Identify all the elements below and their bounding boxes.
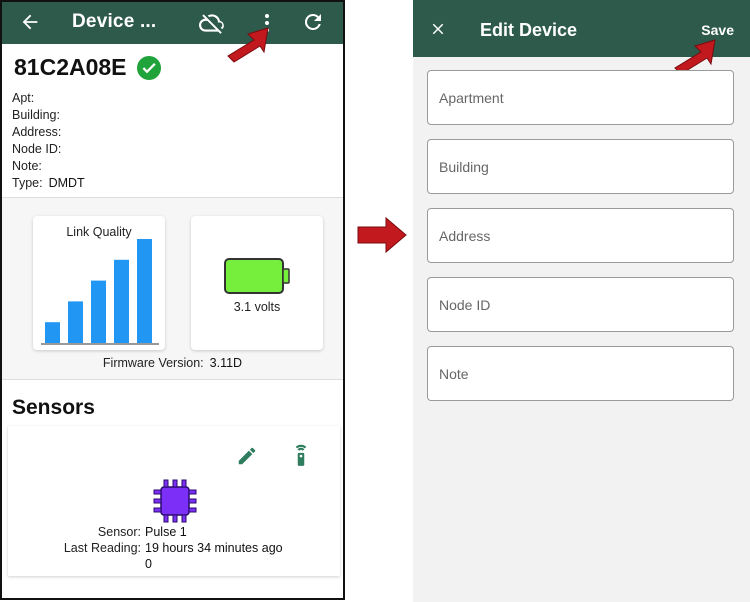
- last-reading-extra: 0: [145, 557, 152, 571]
- link-quality-bars: [41, 239, 159, 345]
- device-properties: Apt: Building: Address: Node ID: Note: T…: [12, 90, 85, 192]
- link-quality-card: Link Quality: [33, 216, 165, 350]
- sensor-name-value: Pulse 1: [145, 525, 187, 539]
- divider: [2, 379, 343, 380]
- sensor-name-label: Sensor:: [97, 525, 141, 539]
- status-check-icon: [136, 55, 161, 80]
- firmware-version: Firmware Version: 3.11D: [102, 356, 243, 370]
- app-bar-title: Device ...: [72, 11, 157, 32]
- battery-card: 3.1 volts: [191, 216, 323, 350]
- sensor-chip-icon: [152, 478, 198, 529]
- signal-bar: [68, 301, 83, 343]
- edit-icon[interactable]: [236, 445, 258, 472]
- remote-signal-icon[interactable]: [288, 442, 314, 473]
- edit-title: Edit Device: [480, 20, 578, 40]
- note-field[interactable]: [427, 346, 734, 401]
- note-input[interactable]: [439, 365, 733, 382]
- last-reading-value: 19 hours 34 minutes ago: [145, 541, 283, 555]
- last-reading-label: Last Reading:: [63, 541, 141, 555]
- prop-address: Address:: [12, 125, 62, 139]
- battery-voltage: 3.1 volts: [233, 300, 281, 314]
- signal-bar: [91, 280, 106, 343]
- prop-node-id: Node ID:: [12, 142, 62, 156]
- building-field[interactable]: [427, 139, 734, 194]
- prop-building: Building:: [12, 108, 60, 122]
- battery-icon: [224, 258, 290, 294]
- refresh-icon[interactable]: [301, 10, 325, 34]
- prop-note: Note:: [12, 159, 42, 173]
- prop-apt: Apt:: [12, 91, 35, 105]
- app-bar: Device ...: [2, 2, 343, 44]
- device-id: 81C2A08E: [14, 54, 127, 80]
- node-id-input[interactable]: [439, 296, 733, 313]
- address-input[interactable]: [439, 227, 733, 244]
- signal-bar: [45, 322, 60, 343]
- prop-type: Type: DMDT: [12, 176, 85, 190]
- node-id-field[interactable]: [427, 277, 734, 332]
- address-field[interactable]: [427, 208, 734, 263]
- transition-arrow-icon: [357, 216, 407, 254]
- signal-bar: [137, 239, 152, 343]
- pointer-arrow-icon: [227, 27, 269, 63]
- signal-bar: [114, 259, 129, 343]
- building-input[interactable]: [439, 158, 733, 175]
- close-icon[interactable]: [429, 20, 447, 43]
- cloud-off-icon[interactable]: [199, 10, 225, 36]
- edit-device-screen: Edit Device Save: [413, 0, 750, 602]
- apartment-input[interactable]: [439, 89, 733, 106]
- device-detail-screen: Device ... 81C2A08E Apt: Building: Addre…: [0, 0, 345, 600]
- sensors-heading: Sensors: [12, 396, 95, 419]
- sensor-details: Sensor: Pulse 1 Last Reading: 19 hours 34 …: [2, 524, 343, 572]
- arrow-back-icon[interactable]: [19, 11, 41, 33]
- save-button[interactable]: Save: [701, 22, 734, 38]
- apartment-field[interactable]: [427, 70, 734, 125]
